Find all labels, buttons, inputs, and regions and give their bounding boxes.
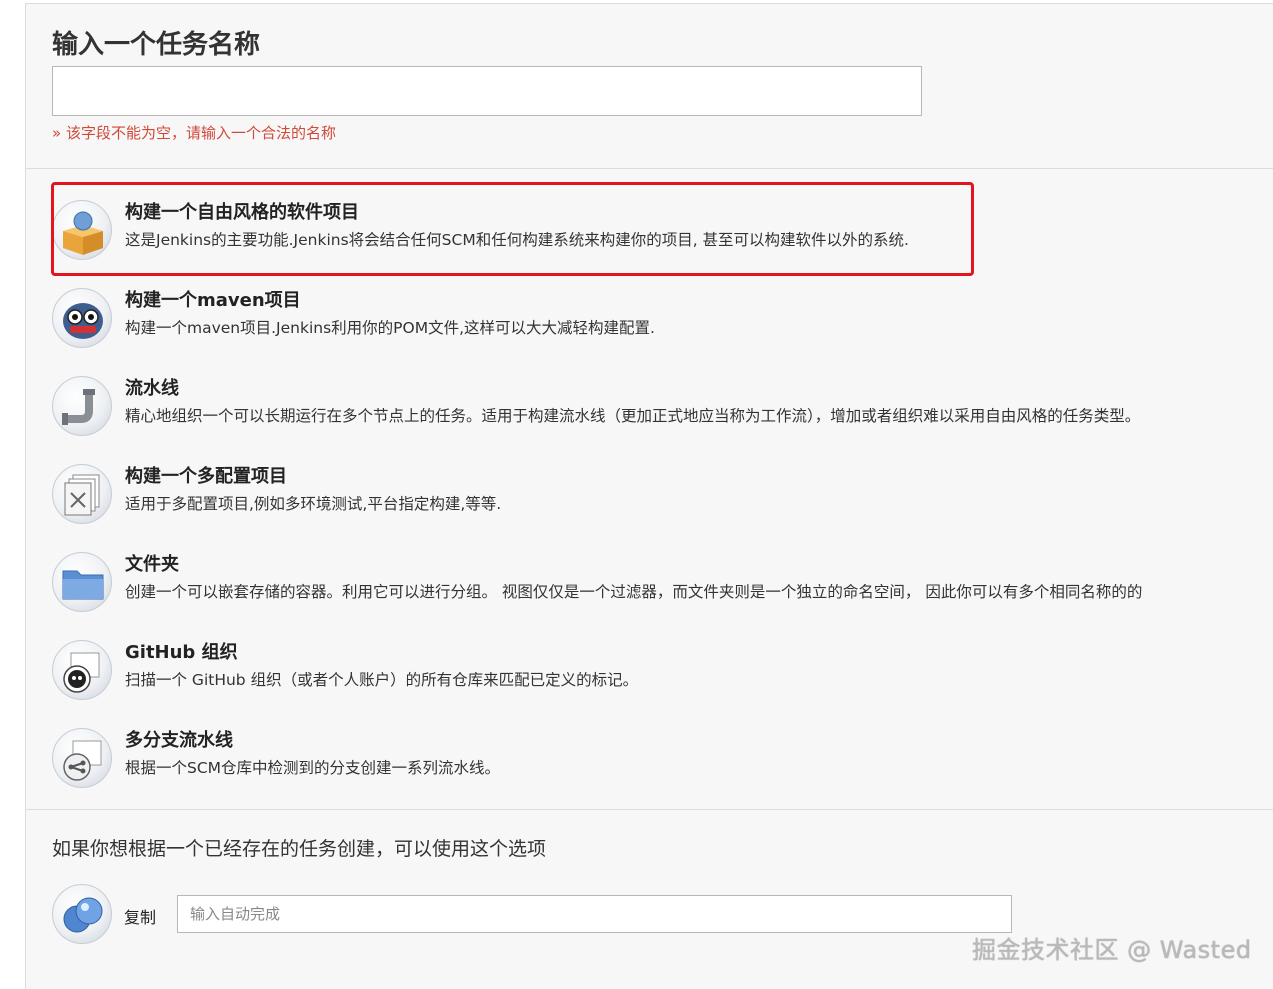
github-org-icon [52, 640, 112, 700]
folder-icon [52, 552, 112, 612]
item-type-name: 流水线 [125, 378, 179, 399]
pipeline-pipe-icon [52, 376, 112, 436]
item-type-name: GitHub 组织 [125, 642, 238, 663]
copy-icon [52, 884, 112, 944]
multibranch-icon [52, 728, 112, 788]
item-type-folder[interactable]: 文件夹 创建一个可以嵌套存储的容器。利用它可以进行分组。 视图仅仅是一个过滤器，… [52, 550, 1262, 626]
item-name-input[interactable] [52, 66, 922, 116]
maven-owl-icon [52, 288, 112, 348]
item-type-multi-config[interactable]: 构建一个多配置项目 适用于多配置项目,例如多环境测试,平台指定构建,等等. [52, 462, 1262, 538]
divider [26, 168, 1273, 169]
validation-error: » 该字段不能为空，请输入一个合法的名称 [52, 124, 336, 142]
divider [26, 809, 1273, 810]
page-title: 输入一个任务名称 [52, 30, 261, 60]
item-type-desc: 创建一个可以嵌套存储的容器。利用它可以进行分组。 视图仅仅是一个过滤器，而文件夹… [125, 583, 1143, 601]
item-type-github-org[interactable]: GitHub 组织 扫描一个 GitHub 组织（或者个人账户）的所有仓库来匹配… [52, 638, 1262, 714]
item-type-name: 文件夹 [125, 554, 179, 575]
copy-from-input[interactable] [177, 895, 1012, 933]
item-type-multibranch[interactable]: 多分支流水线 根据一个SCM仓库中检测到的分支创建一系列流水线。 [52, 726, 1262, 802]
multi-config-icon [52, 464, 112, 524]
item-type-name: 多分支流水线 [125, 730, 233, 751]
new-item-panel: 输入一个任务名称 » 该字段不能为空，请输入一个合法的名称 构建一个自由风格的软… [25, 3, 1273, 989]
item-type-desc: 精心地组织一个可以长期运行在多个节点上的任务。适用于构建流水线（更加正式地应当称… [125, 407, 1141, 425]
item-type-desc: 构建一个maven项目.Jenkins利用你的POM文件,这样可以大大减轻构建配… [125, 319, 655, 337]
copy-section-title: 如果你想根据一个已经存在的任务创建，可以使用这个选项 [52, 838, 547, 860]
watermark: 掘金技术社区 @ Wasted [972, 936, 1252, 964]
item-type-maven[interactable]: 构建一个maven项目 构建一个maven项目.Jenkins利用你的POM文件… [52, 286, 1262, 362]
item-type-desc: 适用于多配置项目,例如多环境测试,平台指定构建,等等. [125, 495, 502, 513]
item-type-desc: 扫描一个 GitHub 组织（或者个人账户）的所有仓库来匹配已定义的标记。 [125, 671, 639, 689]
item-type-name: 构建一个maven项目 [125, 290, 301, 311]
item-type-name: 构建一个多配置项目 [125, 466, 287, 487]
copy-label: 复制 [124, 908, 157, 927]
item-type-pipeline[interactable]: 流水线 精心地组织一个可以长期运行在多个节点上的任务。适用于构建流水线（更加正式… [52, 374, 1262, 450]
item-type-desc: 根据一个SCM仓库中检测到的分支创建一系列流水线。 [125, 759, 501, 777]
highlight-box [51, 182, 974, 276]
